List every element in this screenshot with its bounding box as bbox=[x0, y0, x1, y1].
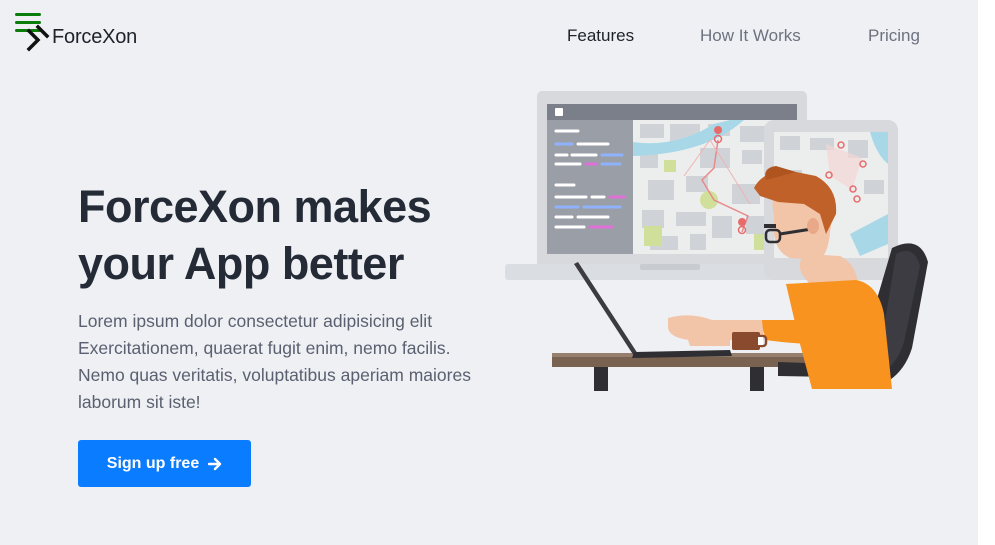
hero-title: ForceXon makes your App better bbox=[78, 178, 498, 292]
nav-item-features[interactable]: Features bbox=[567, 26, 634, 48]
brand-name: ForceXon bbox=[52, 25, 138, 48]
scrollbar-gutter bbox=[978, 0, 995, 545]
signup-button-label: Sign up free bbox=[106, 454, 200, 472]
hero-illustration bbox=[505, 91, 928, 391]
nav-item-pricing[interactable]: Pricing bbox=[868, 26, 920, 48]
nav-item-how-it-works[interactable]: How It Works bbox=[700, 26, 801, 48]
arrow-right-icon bbox=[208, 457, 222, 470]
hero-title-line-1: ForceXon makes bbox=[78, 181, 432, 232]
signup-button[interactable]: Sign up free bbox=[78, 440, 251, 487]
brand-logo[interactable]: ForceXon bbox=[26, 22, 137, 52]
logo-chevron-icon bbox=[26, 24, 50, 52]
hero-title-line-2: your App better bbox=[78, 238, 404, 289]
hero-description: Lorem ipsum dolor consectetur adipisicin… bbox=[78, 311, 471, 412]
